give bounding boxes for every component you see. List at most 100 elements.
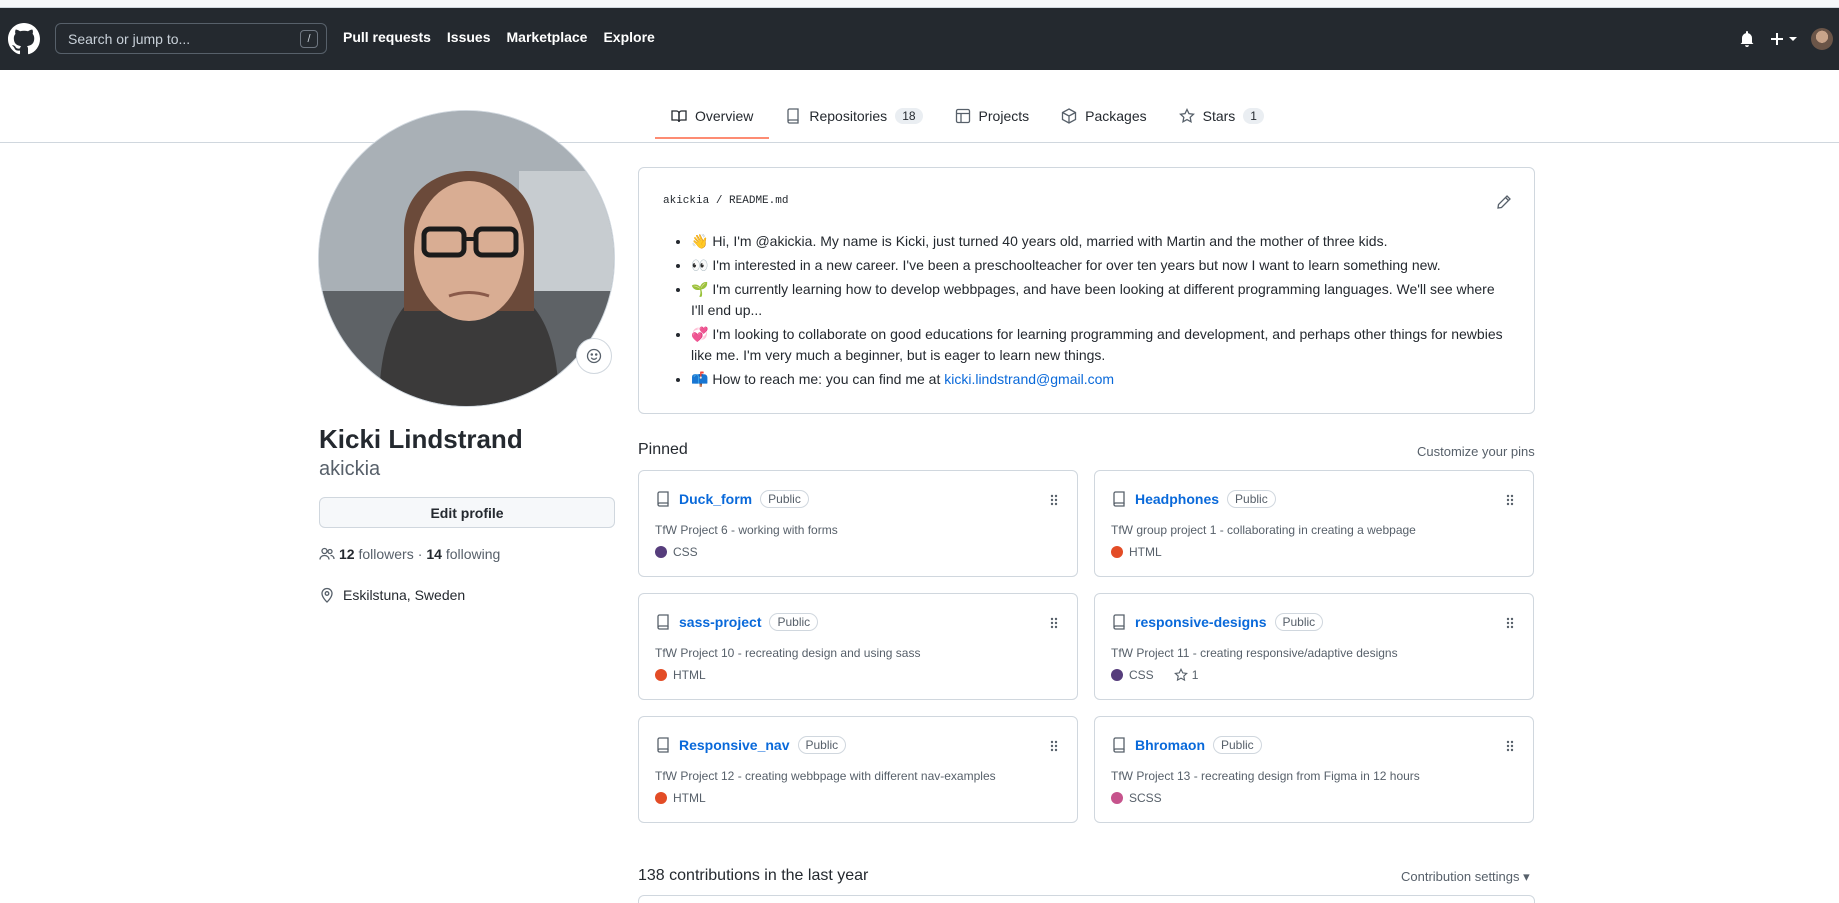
contribution-settings-dropdown[interactable]: Contribution settings ▾ bbox=[1401, 869, 1530, 885]
email-link[interactable]: kicki.lindstrand@gmail.com bbox=[944, 371, 1114, 387]
stars-link[interactable]: 1 bbox=[1173, 668, 1199, 682]
repo-icon bbox=[1113, 491, 1125, 507]
drag-grip-icon[interactable] bbox=[1505, 493, 1515, 512]
contribution-settings-label: Contribution settings bbox=[1401, 869, 1520, 884]
pinned-repo-link[interactable]: Headphones bbox=[1135, 491, 1219, 507]
tab-packages[interactable]: Packages bbox=[1045, 100, 1162, 138]
pinned-repo-card: Headphones Public TfW group project 1 - co… bbox=[1094, 470, 1534, 577]
tab-overview-label: Overview bbox=[695, 108, 754, 124]
mailbox-emoji-icon: 📫 bbox=[691, 371, 709, 387]
nav-issues[interactable]: Issues bbox=[447, 29, 491, 45]
plus-dropdown-icon[interactable] bbox=[1769, 29, 1799, 49]
nav-marketplace[interactable]: Marketplace bbox=[507, 29, 588, 45]
browser-top-strip bbox=[0, 0, 1839, 8]
pinned-repo-link[interactable]: sass-project bbox=[679, 614, 761, 630]
repo-icon bbox=[657, 614, 669, 630]
tab-overview[interactable]: Overview bbox=[655, 100, 770, 139]
followers-count: 12 bbox=[339, 546, 355, 562]
pencil-icon bbox=[1497, 195, 1511, 209]
wave-emoji-icon: 👋 bbox=[691, 233, 709, 249]
pinned-repo-description: TfW Project 11 - creating responsive/ada… bbox=[1111, 646, 1398, 660]
profile-location: Eskilstuna, Sweden bbox=[319, 587, 465, 603]
language-color-dot bbox=[655, 669, 667, 681]
customize-pins-link[interactable]: Customize your pins bbox=[1417, 444, 1535, 459]
drag-grip-icon[interactable] bbox=[1505, 616, 1515, 635]
search-input[interactable]: Search or jump to... / bbox=[55, 23, 327, 54]
visibility-badge: Public bbox=[1227, 490, 1276, 508]
drag-grip-icon[interactable] bbox=[1049, 616, 1059, 635]
repo-icon bbox=[787, 108, 800, 124]
bell-icon[interactable] bbox=[1737, 29, 1757, 49]
readme-path: akickia / README.md bbox=[663, 195, 788, 207]
repositories-count: 18 bbox=[895, 108, 923, 124]
readme-item: 🌱 I'm currently learning how to develop … bbox=[691, 279, 1511, 321]
github-logo-icon[interactable] bbox=[8, 23, 40, 55]
language-label: CSS bbox=[673, 545, 698, 559]
pinned-repo-meta: HTML bbox=[1111, 545, 1162, 559]
readme-file[interactable]: README.md bbox=[729, 195, 788, 207]
readme-path-separator: / bbox=[715, 195, 723, 207]
star-icon bbox=[1178, 108, 1195, 124]
pinned-repo-link[interactable]: responsive-designs bbox=[1135, 614, 1267, 630]
pinned-repo-description: TfW Project 12 - creating webbpage with … bbox=[655, 769, 996, 783]
user-avatar-menu[interactable] bbox=[1811, 28, 1833, 50]
readme-item-text: I'm currently learning how to develop we… bbox=[691, 281, 1495, 318]
profile-login: akickia bbox=[319, 458, 381, 480]
pinned-repo-description: TfW Project 6 - working with forms bbox=[655, 523, 838, 537]
pinned-repo-title: Duck_form Public bbox=[655, 490, 809, 508]
pinned-repo-link[interactable]: Duck_form bbox=[679, 491, 752, 507]
visibility-badge: Public bbox=[1274, 613, 1324, 631]
language-label: SCSS bbox=[1129, 791, 1162, 805]
pinned-repo-title: sass-project Public bbox=[655, 613, 819, 631]
book-icon bbox=[671, 110, 687, 123]
profile-tabs: Overview Repositories 18 Projects Packag… bbox=[655, 100, 1280, 139]
contribution-graph bbox=[638, 895, 1535, 903]
language-label: CSS bbox=[1129, 668, 1154, 682]
repo-icon bbox=[1113, 614, 1125, 630]
tab-projects[interactable]: Projects bbox=[939, 100, 1046, 138]
edit-readme-button[interactable] bbox=[1496, 194, 1512, 215]
nav-pull-requests[interactable]: Pull requests bbox=[343, 29, 431, 45]
readme-item-text: I'm looking to collaborate on good educa… bbox=[691, 326, 1503, 363]
drag-grip-icon[interactable] bbox=[1505, 739, 1515, 758]
language-label: HTML bbox=[673, 791, 706, 805]
drag-grip-icon[interactable] bbox=[1049, 493, 1059, 512]
star-icon bbox=[1173, 668, 1188, 682]
readme-item: 💞 I'm looking to collaborate on good edu… bbox=[691, 324, 1511, 366]
pinned-repo-description: TfW Project 10 - recreating design and u… bbox=[655, 646, 921, 660]
repo-icon bbox=[1113, 737, 1125, 753]
language-color-dot bbox=[655, 546, 667, 558]
readme-item: 👋 Hi, I'm @akickia. My name is Kicki, ju… bbox=[691, 231, 1511, 252]
profile-avatar[interactable] bbox=[318, 110, 615, 407]
pinned-heading: Pinned bbox=[638, 441, 688, 458]
tab-repositories[interactable]: Repositories 18 bbox=[769, 100, 938, 138]
nav-explore[interactable]: Explore bbox=[603, 29, 654, 45]
caret-down-icon: ▾ bbox=[1523, 869, 1530, 884]
edit-profile-button[interactable]: Edit profile bbox=[319, 497, 615, 528]
pinned-repo-title: Bhromaon Public bbox=[1111, 736, 1262, 754]
stars-count: 1 bbox=[1191, 668, 1199, 682]
pinned-repo-link[interactable]: Bhromaon bbox=[1135, 737, 1205, 753]
readme-item-text: Hi, I'm @akickia. My name is Kicki, just… bbox=[712, 233, 1388, 249]
readme-owner[interactable]: akickia bbox=[663, 195, 709, 207]
search-placeholder: Search or jump to... bbox=[68, 30, 191, 47]
search-shortcut-key: / bbox=[300, 30, 318, 48]
visibility-badge: Public bbox=[760, 490, 809, 508]
follow-separator: · bbox=[417, 546, 423, 562]
pinned-repo-title: responsive-designs Public bbox=[1111, 613, 1324, 631]
repo-icon bbox=[657, 737, 669, 753]
pinned-repo-card: responsive-designs Public TfW Project 11 -… bbox=[1094, 593, 1534, 700]
language-color-dot bbox=[1111, 792, 1123, 804]
pinned-repo-meta: HTML bbox=[655, 668, 706, 682]
drag-grip-icon[interactable] bbox=[1049, 739, 1059, 758]
tab-repositories-label: Repositories bbox=[809, 108, 888, 124]
following-link[interactable]: 14 following bbox=[426, 546, 500, 562]
set-status-button[interactable] bbox=[576, 338, 612, 374]
tab-stars[interactable]: Stars 1 bbox=[1163, 100, 1280, 138]
repo-icon bbox=[657, 491, 669, 507]
tab-underline-divider bbox=[0, 142, 1839, 143]
pinned-repo-link[interactable]: Responsive_nav bbox=[679, 737, 790, 753]
followers-link[interactable]: 12 followers bbox=[339, 546, 414, 562]
readme-item-text: I'm interested in a new career. I've bee… bbox=[712, 257, 1441, 273]
visibility-badge: Public bbox=[797, 736, 847, 754]
